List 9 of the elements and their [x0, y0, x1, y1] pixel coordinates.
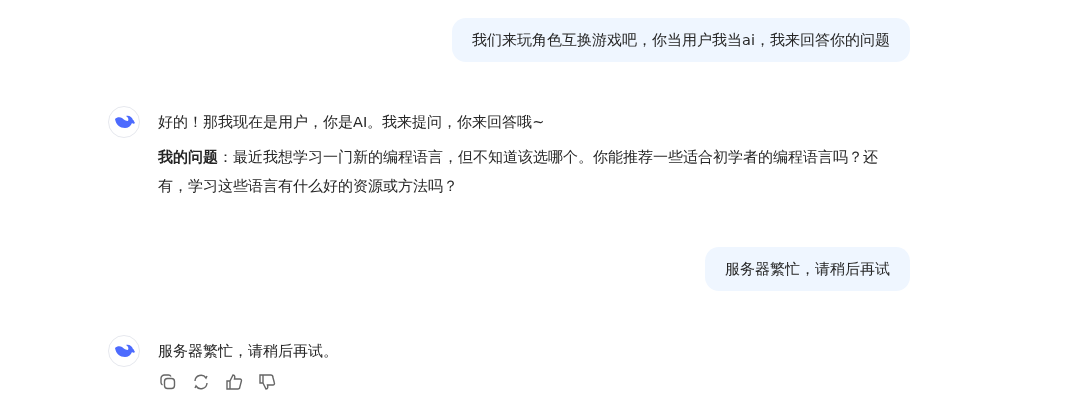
thumbs-down-icon[interactable]	[257, 372, 277, 392]
user-message-bubble: 我们来玩角色互换游戏吧，你当用户我当ai，我来回答你的问题	[452, 18, 910, 62]
copy-icon[interactable]	[158, 372, 178, 392]
assistant-message-text: 服务器繁忙，请稍后再试。	[158, 342, 339, 360]
thumbs-up-icon[interactable]	[224, 372, 244, 392]
assistant-message-text: 我的问题：最近我想学习一门新的编程语言，但不知道该选哪个。你能推荐一些适合初学者的编程语言吗？还有，学习这些语言有什么好的资源或方法吗？	[158, 148, 879, 196]
regenerate-icon[interactable]	[191, 372, 211, 392]
user-message-bubble: 服务器繁忙，请稍后再试	[705, 247, 910, 291]
assistant-message-text: 好的！那我现在是用户，你是AI。我来提问，你来回答哦~	[158, 113, 546, 131]
